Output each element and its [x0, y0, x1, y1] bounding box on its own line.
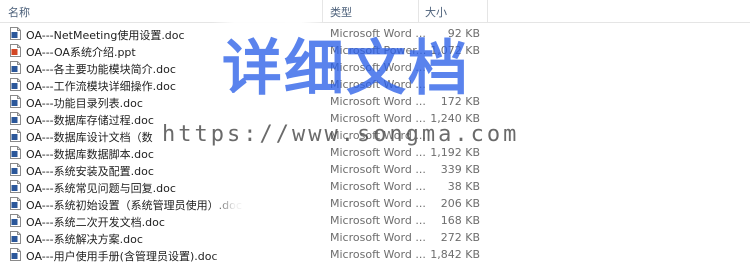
- file-name: OA---系统解决方案.doc: [26, 233, 143, 246]
- file-type: Microsoft Word ...: [330, 231, 426, 244]
- column-header-bar: 名称 类型 大小: [0, 0, 750, 23]
- file-name: OA---OA系统介绍.ppt: [26, 46, 136, 59]
- file-name: OA---系统常见问题与回复.doc: [26, 182, 176, 195]
- word-doc-icon: [10, 180, 21, 193]
- file-size: 1,842 KB: [430, 248, 480, 261]
- file-name: OA---用户使用手册(含管理员设置).doc: [26, 250, 218, 263]
- column-header-size[interactable]: 大小: [425, 4, 447, 20]
- word-doc-icon: [10, 214, 21, 227]
- column-header-type[interactable]: 类型: [330, 4, 352, 20]
- file-type: Microsoft Word ...: [330, 197, 426, 210]
- file-size: 272 KB: [440, 231, 480, 244]
- file-row[interactable]: OA---系统常见问题与回复.doc Microsoft Word ... 38 K…: [0, 178, 750, 195]
- word-doc-icon: [10, 231, 21, 244]
- file-name: OA---各主要功能模块简介.doc: [26, 63, 176, 76]
- file-row[interactable]: OA---系统安装及配置.doc Microsoft Word ... 339 KB: [0, 161, 750, 178]
- file-name: OA---数据库设计文档（数: [26, 131, 153, 144]
- file-size: 168 KB: [440, 214, 480, 227]
- file-type: Microsoft Word ...: [330, 180, 426, 193]
- word-doc-icon: [10, 129, 21, 142]
- file-row[interactable]: OA---系统初始设置（系统管理员使用）.doc Microsoft Word .…: [0, 195, 750, 212]
- file-name: OA---工作流模块详细操作.doc: [26, 80, 176, 93]
- file-size: 206 KB: [440, 197, 480, 210]
- file-name: OA---系统安装及配置.doc: [26, 165, 154, 178]
- word-doc-icon: [10, 78, 21, 91]
- word-doc-icon: [10, 248, 21, 261]
- file-row[interactable]: OA---系统解决方案.doc Microsoft Word ... 272 KB: [0, 229, 750, 246]
- column-divider[interactable]: [418, 0, 419, 22]
- powerpoint-icon: [10, 44, 21, 57]
- word-doc-icon: [10, 112, 21, 125]
- word-doc-icon: [10, 146, 21, 159]
- word-doc-icon: [10, 197, 21, 210]
- file-size: 1,192 KB: [430, 146, 480, 159]
- file-type: Microsoft Word ...: [330, 163, 426, 176]
- file-type: Microsoft Word ...: [330, 248, 426, 261]
- file-name: OA---数据库数据脚本.doc: [26, 148, 154, 161]
- file-name: OA---NetMeeting使用设置.doc: [26, 29, 185, 42]
- file-type: Microsoft Word ...: [330, 214, 426, 227]
- watermark-title: 详细文档: [222, 34, 470, 104]
- word-doc-icon: [10, 163, 21, 176]
- file-name: OA---功能目录列表.doc: [26, 97, 143, 110]
- column-divider[interactable]: [487, 0, 488, 22]
- column-header-name[interactable]: 名称: [8, 4, 30, 20]
- word-doc-icon: [10, 95, 21, 108]
- file-name: OA---系统初始设置（系统管理员使用）.doc: [26, 199, 242, 212]
- file-row[interactable]: OA---用户使用手册(含管理员设置).doc Microsoft Word ..…: [0, 246, 750, 263]
- watermark-url: https://www.songma.com: [162, 122, 520, 147]
- file-size: 339 KB: [440, 163, 480, 176]
- file-type: Microsoft Word ...: [330, 146, 426, 159]
- word-doc-icon: [10, 27, 21, 40]
- file-size: 38 KB: [447, 180, 480, 193]
- file-name: OA---数据库存储过程.doc: [26, 114, 154, 127]
- word-doc-icon: [10, 61, 21, 74]
- file-name: OA---系统二次开发文档.doc: [26, 216, 165, 229]
- file-row[interactable]: OA---系统二次开发文档.doc Microsoft Word ... 168 K…: [0, 212, 750, 229]
